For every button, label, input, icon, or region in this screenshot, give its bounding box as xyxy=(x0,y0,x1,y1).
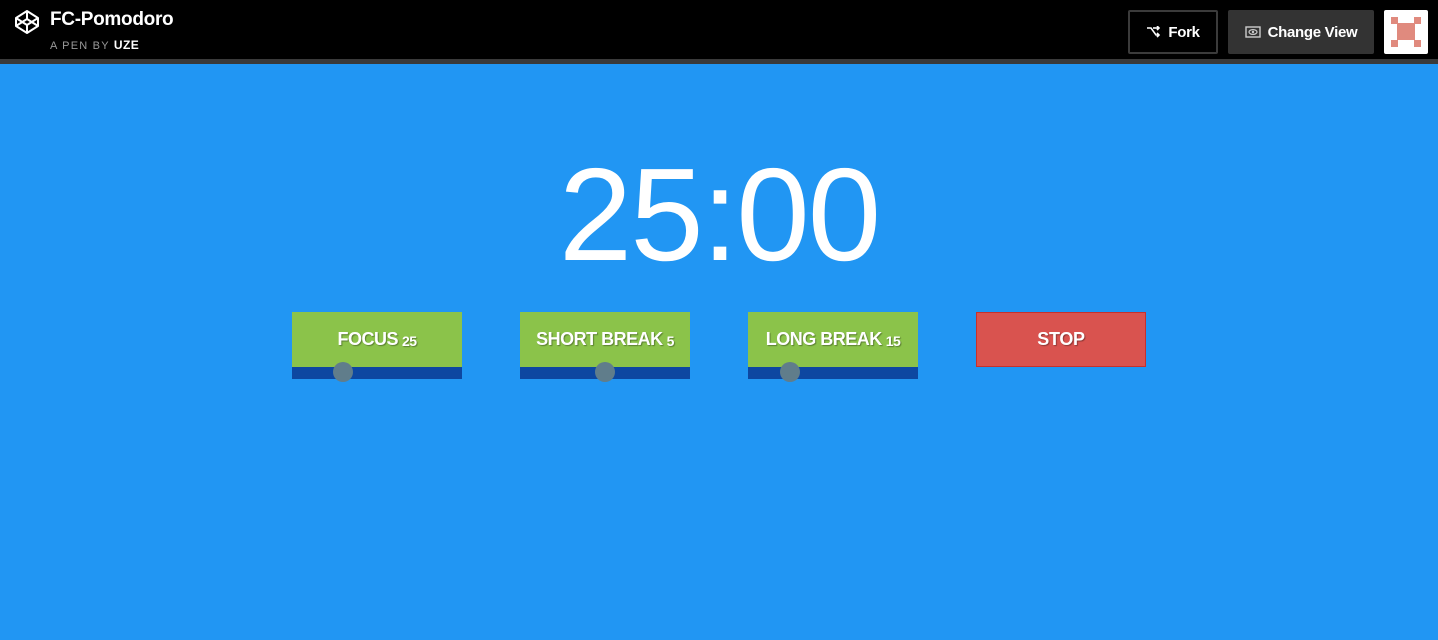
long-break-slider-handle[interactable] xyxy=(780,362,800,382)
long-break-label: LONG BREAK xyxy=(765,329,883,349)
long-break-slider-track[interactable] xyxy=(748,367,918,379)
focus-button[interactable]: FOCUS 25 xyxy=(292,312,462,367)
change-view-label: Change View xyxy=(1267,23,1358,41)
long-break-button[interactable]: LONG BREAK 15 xyxy=(748,312,918,367)
focus-control[interactable]: FOCUS 25 xyxy=(292,312,462,382)
focus-value: 25 xyxy=(401,332,417,349)
eye-icon xyxy=(1244,26,1261,38)
short-break-button[interactable]: SHORT BREAK 5 xyxy=(520,312,690,367)
author-link[interactable]: UZE xyxy=(114,38,140,52)
short-break-value: 5 xyxy=(666,332,675,349)
focus-slider-track[interactable] xyxy=(292,367,462,379)
focus-label: FOCUS xyxy=(337,329,398,349)
focus-slider-handle[interactable] xyxy=(333,362,353,382)
stop-button[interactable]: STOP xyxy=(976,312,1146,367)
codepen-logo-icon[interactable] xyxy=(14,9,40,35)
stop-label: STOP xyxy=(1037,329,1085,349)
long-break-value: 15 xyxy=(885,332,901,349)
long-break-control[interactable]: LONG BREAK 15 xyxy=(748,312,918,382)
byline-prefix: A PEN BY xyxy=(50,40,110,52)
avatar[interactable] xyxy=(1384,10,1428,54)
short-break-slider-handle[interactable] xyxy=(595,362,615,382)
codepen-header: FC-Pomodoro A PEN BY UZE Fork Change Vie… xyxy=(0,0,1438,64)
fork-icon xyxy=(1147,26,1161,38)
timer-display: 25:00 xyxy=(558,141,881,288)
fork-button[interactable]: Fork xyxy=(1128,10,1218,54)
avatar-image xyxy=(1391,17,1421,47)
fork-label: Fork xyxy=(1168,23,1200,41)
pen-title[interactable]: FC-Pomodoro xyxy=(50,9,174,31)
short-break-label: SHORT BREAK xyxy=(536,329,663,349)
short-break-control[interactable]: SHORT BREAK 5 xyxy=(520,312,690,382)
change-view-button[interactable]: Change View xyxy=(1228,10,1374,54)
pen-byline: A PEN BY UZE xyxy=(50,38,139,52)
